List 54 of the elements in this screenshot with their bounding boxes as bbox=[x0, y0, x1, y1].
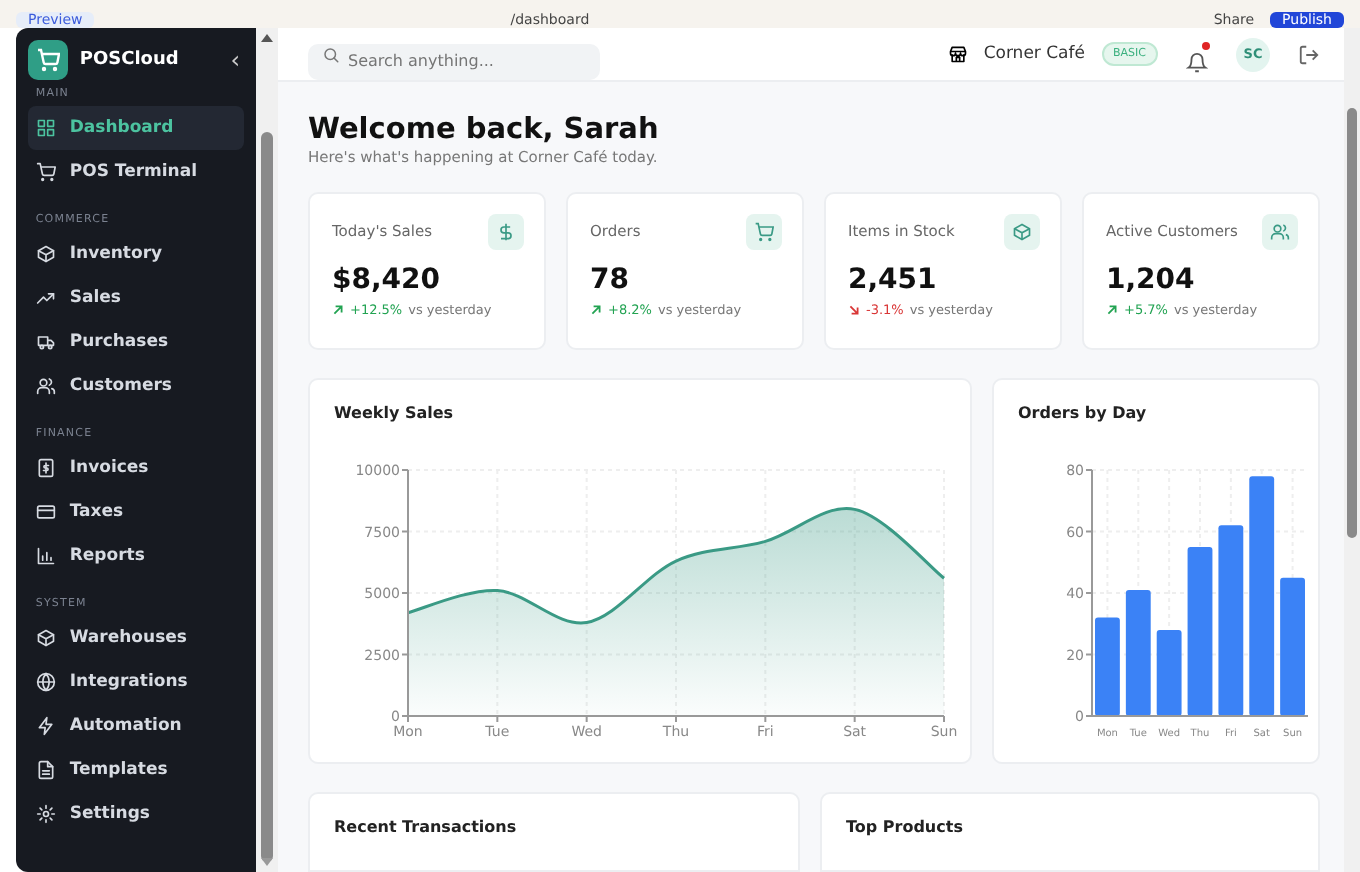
store-name: Corner Café bbox=[983, 44, 1085, 64]
globe-icon bbox=[35, 672, 56, 692]
sidebar-item[interactable]: Customers bbox=[27, 364, 244, 408]
sidebar-item[interactable]: Invoices bbox=[27, 446, 244, 490]
brand-name: POSCloud bbox=[79, 50, 181, 70]
search-field[interactable]: Search anything... bbox=[308, 43, 600, 79]
receipt-icon bbox=[35, 458, 56, 478]
cart-icon bbox=[35, 162, 56, 182]
document-icon bbox=[35, 760, 56, 780]
sidebar-item[interactable]: Integrations bbox=[27, 660, 244, 704]
chart-title: Orders by Day bbox=[1018, 404, 1149, 422]
sidebar-item[interactable]: Settings bbox=[27, 792, 244, 836]
cart-icon bbox=[746, 214, 782, 250]
bar bbox=[1156, 629, 1182, 716]
bar bbox=[1125, 589, 1151, 716]
card-title: Recent Transactions bbox=[334, 818, 519, 836]
search-icon bbox=[322, 45, 340, 63]
sidebar-item[interactable]: Dashboard bbox=[27, 106, 244, 150]
sidebar-item[interactable]: POS Terminal bbox=[27, 150, 244, 194]
bar bbox=[1280, 577, 1305, 716]
box-icon bbox=[35, 244, 56, 264]
sidebar-item[interactable]: Purchases bbox=[27, 320, 244, 364]
stat-value: 2,451 bbox=[848, 264, 939, 296]
users-icon bbox=[35, 376, 56, 396]
sidebar-item[interactable]: Reports bbox=[27, 534, 244, 578]
sidebar-item[interactable]: Templates bbox=[27, 748, 244, 792]
card-icon bbox=[35, 502, 56, 522]
bar bbox=[1095, 617, 1120, 716]
grid-icon bbox=[35, 118, 56, 138]
sidebar-item[interactable]: Automation bbox=[27, 704, 244, 748]
box-icon bbox=[35, 628, 56, 648]
sidebar-item[interactable]: Sales bbox=[27, 276, 244, 320]
logout-icon[interactable] bbox=[1298, 43, 1320, 65]
collapse-button[interactable]: ‹ bbox=[226, 46, 244, 74]
chart-title: Weekly Sales bbox=[334, 404, 456, 422]
truck-icon bbox=[35, 332, 56, 352]
cart-icon bbox=[27, 40, 68, 80]
settings-icon bbox=[35, 804, 56, 824]
sidebar-item[interactable]: Warehouses bbox=[27, 616, 244, 660]
stat-value: $8,420 bbox=[332, 264, 443, 296]
sidebar-item[interactable]: Taxes bbox=[27, 490, 244, 534]
stat-value: 78 bbox=[590, 264, 631, 296]
dollar-icon bbox=[488, 214, 524, 250]
bar-chart-icon bbox=[35, 546, 56, 566]
users-icon bbox=[1262, 214, 1298, 250]
card-title: Top Products bbox=[846, 818, 965, 836]
stat-value: 1,204 bbox=[1106, 264, 1197, 296]
sidebar-item[interactable]: Inventory bbox=[27, 232, 244, 276]
box-icon bbox=[1004, 214, 1040, 250]
bell-icon[interactable] bbox=[1186, 51, 1208, 73]
bolt-icon bbox=[35, 716, 56, 736]
welcome-heading: Welcome back, Sarah bbox=[308, 114, 661, 146]
store-icon bbox=[947, 44, 968, 64]
trend-icon bbox=[35, 288, 56, 308]
